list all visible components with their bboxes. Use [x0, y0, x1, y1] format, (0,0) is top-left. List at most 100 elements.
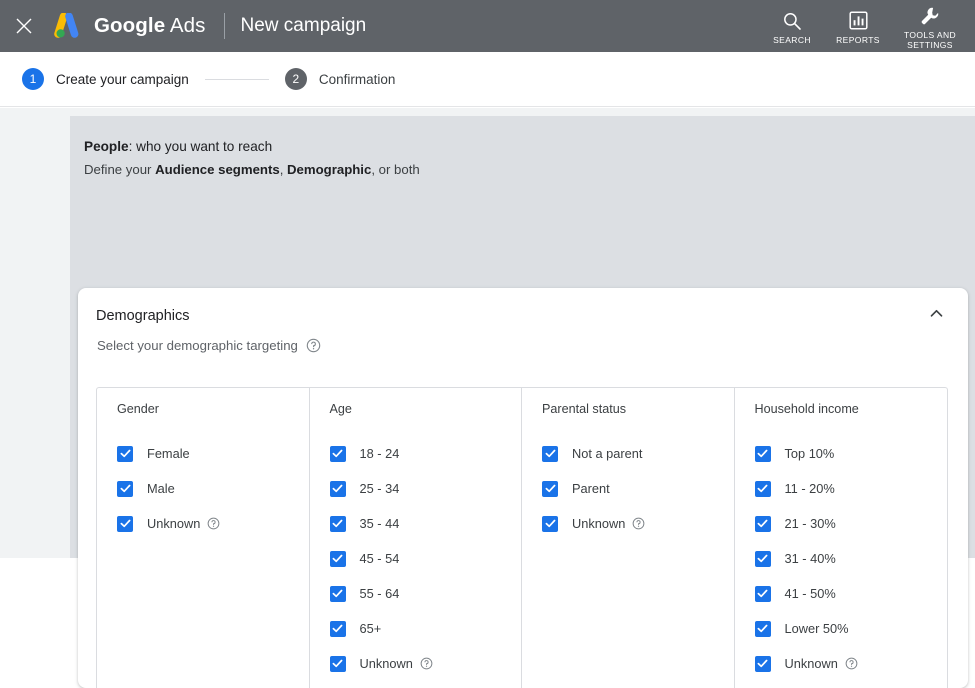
demographic-option-row[interactable]: 35 - 44	[329, 506, 522, 541]
demographic-option-row[interactable]: 41 - 50%	[754, 576, 948, 611]
page-title: New campaign	[240, 15, 367, 36]
help-circle-icon[interactable]	[306, 338, 321, 353]
option-label: Not a parent	[572, 446, 643, 461]
checkbox-checked-icon[interactable]	[754, 445, 771, 462]
checkbox-checked-icon[interactable]	[754, 585, 771, 602]
option-label: 65+	[359, 621, 382, 636]
demographics-column: Household income Top 10% 11 - 20% 21 - 30% 3…	[735, 388, 948, 688]
demographic-option-row[interactable]: Lower 50%	[754, 611, 948, 646]
checkbox-checked-icon[interactable]	[754, 480, 771, 497]
reports-button[interactable]: REPORTS	[825, 8, 891, 45]
demographic-option-row[interactable]: Unknown	[754, 646, 948, 681]
checkbox-checked-icon[interactable]	[117, 480, 133, 497]
brand-text: Google Ads	[94, 14, 206, 38]
checkbox-checked-icon[interactable]	[542, 515, 558, 532]
demographics-card: Demographics Select your demographic tar…	[78, 288, 968, 688]
demographics-title: Demographics	[96, 308, 190, 324]
demographics-table: Gender Female Male Unknown Age 18 - 24 25 - 34…	[96, 387, 948, 688]
demographic-option-row[interactable]: Male	[117, 471, 309, 506]
people-heading: People: who you want to reach	[84, 138, 975, 156]
demographic-option-row[interactable]: 18 - 24	[329, 436, 522, 471]
demographic-option-row[interactable]: Female	[117, 436, 309, 471]
collapse-demographics-button[interactable]	[922, 302, 950, 330]
demographic-option-row[interactable]: 45 - 54	[329, 541, 522, 576]
checkbox-checked-icon[interactable]	[117, 445, 133, 462]
step-confirmation[interactable]: 2 Confirmation	[284, 68, 396, 90]
option-label: 18 - 24	[359, 446, 400, 461]
option-label: 35 - 44	[359, 516, 400, 531]
column-title: Gender	[117, 402, 160, 416]
checkbox-checked-icon[interactable]	[754, 620, 771, 637]
demographic-option-row[interactable]: Parent	[542, 471, 734, 506]
help-circle-icon[interactable]	[207, 517, 220, 530]
tools-label: TOOLS AND SETTINGS	[903, 29, 957, 50]
option-label: 25 - 34	[359, 481, 400, 496]
step-2-label: Confirmation	[318, 71, 396, 87]
step-1-number: 1	[22, 68, 44, 90]
help-circle-icon[interactable]	[420, 657, 433, 670]
checkbox-checked-icon[interactable]	[329, 620, 346, 637]
stepper-connector	[204, 78, 269, 80]
checkbox-checked-icon[interactable]	[329, 480, 346, 497]
option-label: Unknown	[147, 516, 201, 531]
demographic-option-row[interactable]: Unknown	[329, 646, 522, 681]
help-circle-icon[interactable]	[632, 517, 645, 530]
demographic-option-row[interactable]: 11 - 20%	[754, 471, 948, 506]
demographic-option-row[interactable]: 55 - 64	[329, 576, 522, 611]
demographics-column: Age 18 - 24 25 - 34 35 - 44 45 - 54 55 - 64 65…	[310, 388, 522, 688]
demographic-option-row[interactable]: Top 10%	[754, 436, 948, 471]
checkbox-checked-icon[interactable]	[754, 550, 771, 567]
tools-and-settings-button[interactable]: TOOLS AND SETTINGS	[891, 3, 969, 50]
checkbox-checked-icon[interactable]	[542, 480, 558, 497]
checkbox-checked-icon[interactable]	[329, 550, 346, 567]
demographic-option-row[interactable]: Unknown	[117, 506, 309, 541]
column-title: Age	[329, 402, 352, 416]
brand-ads: Ads	[169, 14, 206, 37]
checkbox-checked-icon[interactable]	[329, 515, 346, 532]
step-create-your-campaign[interactable]: 1 Create your campaign	[22, 68, 189, 90]
option-label: 21 - 30%	[784, 516, 836, 531]
google-ads-brand: Google Ads	[54, 12, 206, 39]
option-label: Unknown	[784, 656, 838, 671]
demographic-text: Demographic	[287, 162, 372, 177]
checkbox-checked-icon[interactable]	[754, 515, 771, 532]
close-icon	[15, 17, 33, 35]
demographic-option-row[interactable]: 21 - 30%	[754, 506, 948, 541]
people-heading-bold: People	[84, 139, 129, 154]
checkbox-checked-icon[interactable]	[329, 445, 346, 462]
checkbox-checked-icon[interactable]	[542, 445, 558, 462]
demographics-column: Parental status Not a parent Parent Unknown	[522, 388, 735, 688]
option-label: Male	[147, 481, 175, 496]
column-title: Parental status	[542, 402, 627, 416]
checkbox-checked-icon[interactable]	[117, 515, 133, 532]
demographic-option-row[interactable]: 65+	[329, 611, 522, 646]
reports-label: REPORTS	[836, 34, 880, 45]
help-circle-icon[interactable]	[845, 657, 858, 670]
chevron-up-icon	[928, 305, 945, 327]
demographic-option-row[interactable]: 25 - 34	[329, 471, 522, 506]
search-icon	[782, 10, 802, 32]
option-label: 45 - 54	[359, 551, 400, 566]
option-label: 11 - 20%	[784, 481, 835, 496]
people-subheading: Define your Audience segments, Demograph…	[84, 161, 975, 179]
demographic-option-row[interactable]: Not a parent	[542, 436, 734, 471]
option-label: Lower 50%	[784, 621, 849, 636]
demographic-option-row[interactable]: 31 - 40%	[754, 541, 948, 576]
people-sub-post: , or both	[371, 162, 420, 177]
demographic-option-row[interactable]: Unknown	[542, 506, 734, 541]
demographics-column: Gender Female Male Unknown	[97, 388, 310, 688]
search-button[interactable]: SEARCH	[759, 8, 825, 45]
checkbox-checked-icon[interactable]	[329, 655, 346, 672]
step-2-number: 2	[284, 68, 307, 90]
step-1-label: Create your campaign	[56, 71, 189, 87]
checkbox-checked-icon[interactable]	[754, 655, 771, 672]
demographics-subtitle-row: Select your demographic targeting	[78, 338, 968, 353]
reports-icon	[848, 10, 868, 32]
demographics-subtitle: Select your demographic targeting	[97, 338, 298, 353]
close-button[interactable]	[0, 0, 48, 52]
option-label: Top 10%	[784, 446, 835, 461]
checkbox-checked-icon[interactable]	[329, 585, 346, 602]
people-sub-mid: ,	[279, 162, 288, 177]
stepper-inner: 1 Create your campaign 2 Confirmation	[0, 68, 395, 90]
option-label: Unknown	[359, 656, 413, 671]
